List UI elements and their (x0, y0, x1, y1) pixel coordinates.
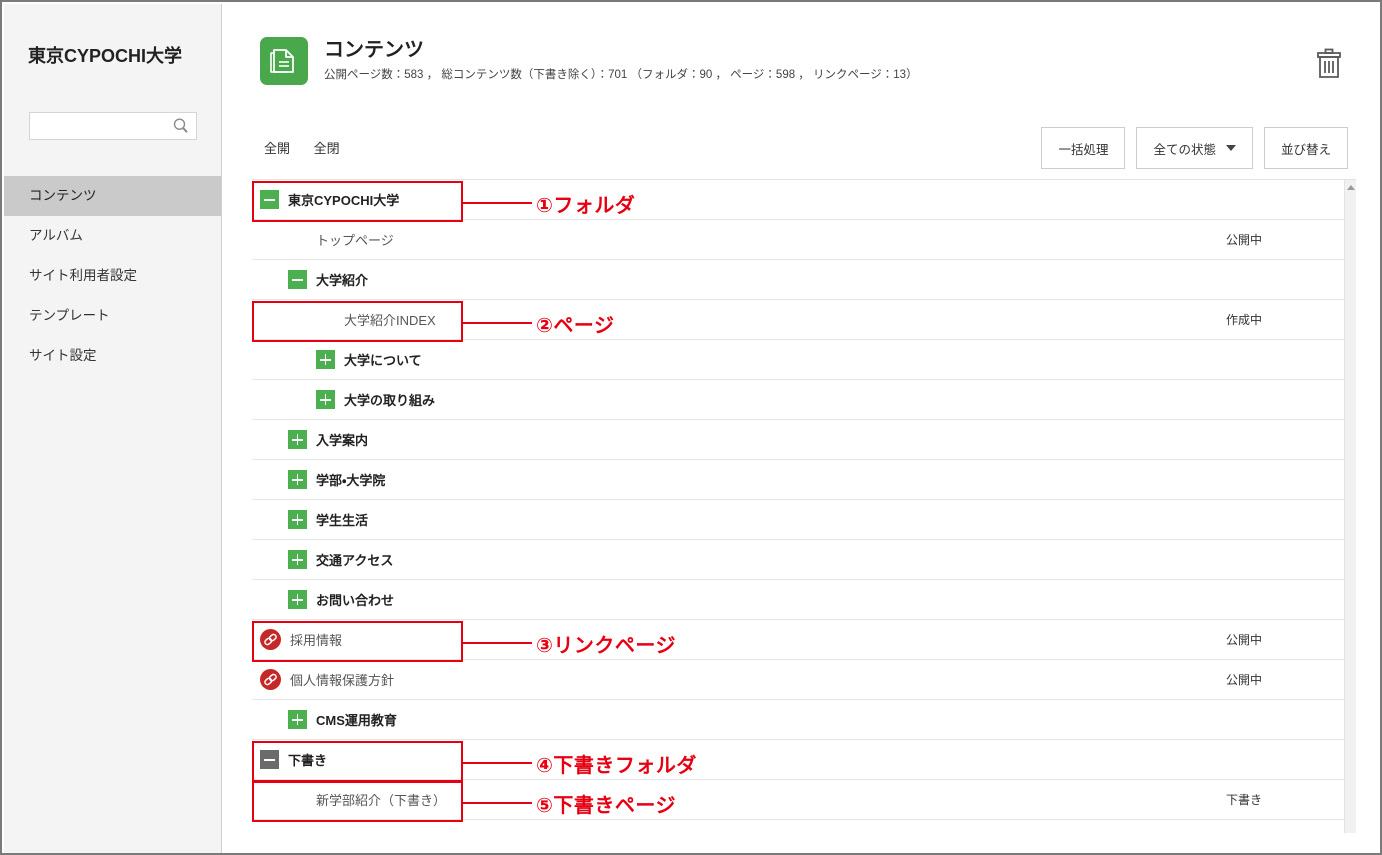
bulk-process-label: 一括処理 (1058, 142, 1109, 157)
sidebar-item-label: コンテンツ (29, 188, 97, 203)
tree-row-label: 学部・大学院 (316, 473, 386, 488)
sort-label: 並び替え (1280, 142, 1331, 157)
tree-row[interactable]: 下書き (252, 740, 1344, 780)
tree-expand-icon[interactable] (288, 590, 307, 609)
sidebar-item-site-settings[interactable]: サイト設定 (4, 336, 221, 376)
app-window: 東京CYPOCHI大学 コンテンツ アルバム サイト利用者設定 テンプレート サ… (0, 0, 1382, 855)
tree-row[interactable]: 大学の取り組み (252, 380, 1344, 420)
trash-icon[interactable] (1312, 46, 1346, 82)
tree-row-status: 公開中 (1225, 233, 1262, 247)
status-filter-dropdown[interactable]: 全ての状態 (1136, 127, 1253, 169)
tree-row-label: トップページ (316, 233, 394, 248)
tree-row-label: お問い合わせ (316, 593, 395, 608)
tree-row-label: 個人情報保護方針 (290, 673, 395, 688)
tree-row-label: 大学紹介INDEX (344, 313, 436, 328)
tree-row[interactable]: 個人情報保護方針 公開中 (252, 660, 1344, 700)
tree-row[interactable]: 採用情報 公開中 (252, 620, 1344, 660)
sidebar-item-label: サイト利用者設定 (29, 268, 137, 283)
bulk-process-button[interactable]: 一括処理 (1041, 127, 1126, 169)
tree-row-label: 交通アクセス (316, 553, 394, 568)
tree-row[interactable]: 学部・大学院 (252, 460, 1344, 500)
tree-collapse-icon[interactable] (288, 270, 307, 289)
tree-row-status: 公開中 (1225, 673, 1262, 687)
tree-row[interactable]: お問い合わせ (252, 580, 1344, 620)
expand-collapse-links: 全開 全閉 (264, 138, 360, 157)
tree-row[interactable]: 新学部紹介（下書き） 下書き (252, 780, 1344, 820)
content-tree-wrapper: 東京CYPOCHI大学 トップページ 公開中 大学紹介 大学紹介INDEX 作成中 大学につ… (252, 179, 1356, 833)
sidebar-item-label: サイト設定 (29, 348, 97, 363)
tree-expand-icon[interactable] (288, 710, 307, 729)
content-document-icon (260, 37, 308, 85)
search-input[interactable] (30, 113, 172, 139)
search-icon[interactable] (172, 117, 190, 135)
tree-row[interactable]: 大学紹介INDEX 作成中 (252, 300, 1344, 340)
tree-row-label: 学生生活 (316, 513, 369, 528)
link-page-icon (260, 629, 281, 650)
sidebar-item-label: テンプレート (29, 308, 110, 323)
sidebar-item-label: アルバム (29, 228, 83, 243)
link-page-icon (260, 669, 281, 690)
tree-row-label: CMS運用教育 (316, 713, 397, 728)
tree-row[interactable]: 学生生活 (252, 500, 1344, 540)
page-title: コンテンツ (324, 39, 424, 61)
page-stats: 公開ページ数：583 ， 総コンテンツ数（下書き除く）：701 （フォルダ：90… (324, 69, 918, 81)
tree-row-label: 下書き (288, 753, 328, 768)
sidebar-nav: コンテンツ アルバム サイト利用者設定 テンプレート サイト設定 (4, 176, 221, 376)
search-box[interactable] (29, 112, 197, 140)
toolbar: 全開 全閉 一括処理 全ての状態 並び替え (222, 122, 1378, 174)
tree-expand-icon[interactable] (288, 430, 307, 449)
sidebar-item-contents[interactable]: コンテンツ (4, 176, 221, 216)
tree-row-label: 大学紹介 (316, 273, 369, 288)
tree-row[interactable]: 入学案内 (252, 420, 1344, 460)
tree-row-label: 大学の取り組み (344, 393, 436, 408)
sidebar: 東京CYPOCHI大学 コンテンツ アルバム サイト利用者設定 テンプレート サ… (4, 4, 222, 853)
tree-row-label: 新学部紹介（下書き） (316, 793, 447, 808)
tree-expand-icon[interactable] (288, 550, 307, 569)
tree-row-status: 公開中 (1225, 633, 1262, 647)
sort-button[interactable]: 並び替え (1263, 127, 1348, 169)
page-header: コンテンツ 公開ページ数：583 ， 総コンテンツ数（下書き除く）：701 （フ… (260, 37, 918, 85)
sidebar-item-template[interactable]: テンプレート (4, 296, 221, 336)
tree-row-label: 東京CYPOCHI大学 (288, 193, 400, 208)
tree-expand-icon[interactable] (316, 350, 335, 369)
tree-row-label: 採用情報 (290, 633, 343, 648)
site-title: 東京CYPOCHI大学 (28, 46, 183, 66)
status-filter-label: 全ての状態 (1153, 142, 1216, 157)
tree-row[interactable]: 東京CYPOCHI大学 (252, 180, 1344, 220)
expand-all-link[interactable]: 全開 (264, 141, 290, 156)
tree-expand-icon[interactable] (288, 510, 307, 529)
tree-row[interactable]: トップページ 公開中 (252, 220, 1344, 260)
toolbar-buttons: 一括処理 全ての状態 並び替え (1041, 127, 1348, 169)
tree-row[interactable]: 大学について (252, 340, 1344, 380)
tree-expand-icon[interactable] (288, 470, 307, 489)
collapse-all-link[interactable]: 全閉 (314, 141, 340, 156)
scroll-up-arrow-icon[interactable] (1347, 185, 1355, 190)
tree-row-label: 大学について (344, 353, 422, 368)
tree-scrollbar[interactable] (1344, 180, 1356, 833)
tree-row[interactable]: CMS運用教育 (252, 700, 1344, 740)
content-tree: 東京CYPOCHI大学 トップページ 公開中 大学紹介 大学紹介INDEX 作成中 大学につ… (252, 180, 1344, 833)
tree-row[interactable]: 大学紹介 (252, 260, 1344, 300)
tree-collapse-icon[interactable] (260, 190, 279, 209)
tree-row[interactable]: 交通アクセス (252, 540, 1344, 580)
main-panel: コンテンツ 公開ページ数：583 ， 総コンテンツ数（下書き除く）：701 （フ… (222, 4, 1378, 851)
sidebar-item-site-user-settings[interactable]: サイト利用者設定 (4, 256, 221, 296)
tree-collapse-icon[interactable] (260, 750, 279, 769)
tree-row-label: 入学案内 (316, 433, 369, 448)
tree-row-status: 作成中 (1225, 313, 1262, 327)
tree-row-status: 下書き (1225, 793, 1262, 807)
chevron-down-icon (1225, 145, 1236, 151)
tree-expand-icon[interactable] (316, 390, 335, 409)
sidebar-item-album[interactable]: アルバム (4, 216, 221, 256)
